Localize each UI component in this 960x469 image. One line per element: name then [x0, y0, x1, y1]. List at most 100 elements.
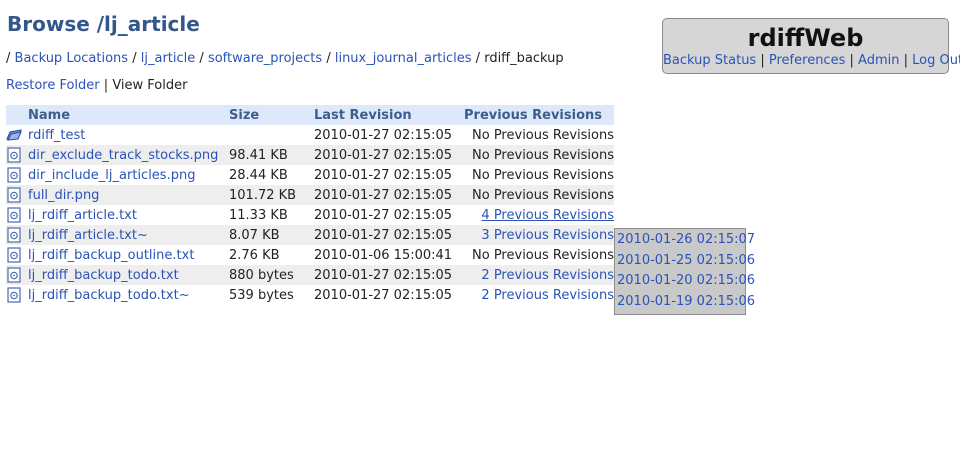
- table-row: lj_rdiff_article.txt~ 8.07 KB 2010-01-27…: [6, 225, 614, 245]
- file-size: 101.72 KB: [229, 185, 314, 205]
- file-size: 11.33 KB: [229, 207, 288, 223]
- previous-revisions-link[interactable]: 2 Previous Revisions: [481, 288, 614, 303]
- breadcrumb-backup-locations[interactable]: Backup Locations: [15, 51, 129, 66]
- table-row: dir_include_lj_articles.png 28.44 KB 201…: [6, 165, 614, 185]
- revisions-popup: 2010-01-26 02:15:07 2010-01-25 02:15:06 …: [614, 228, 755, 315]
- breadcrumb-separator: /: [199, 51, 204, 66]
- log-out-link[interactable]: Log Out: [912, 53, 960, 68]
- breadcrumb-current: rdiff_backup: [484, 51, 564, 66]
- previous-revisions-link[interactable]: 4 Previous Revisions: [481, 208, 614, 223]
- app-title: rdiffWeb: [747, 24, 864, 52]
- previous-revisions: No Previous Revisions: [464, 185, 614, 205]
- file-size: 880 bytes: [229, 265, 314, 285]
- admin-link[interactable]: Admin: [858, 53, 899, 68]
- previous-revisions: No Previous Revisions: [472, 167, 614, 183]
- file-name-link[interactable]: lj_rdiff_backup_todo.txt: [28, 268, 179, 283]
- revision-date-link[interactable]: 2010-01-19 02:15:06: [617, 294, 755, 309]
- last-revision: 2010-01-27 02:15:05: [314, 167, 453, 183]
- file-size: 8.07 KB: [229, 225, 314, 245]
- revision-date-link[interactable]: 2010-01-25 02:15:06: [617, 253, 755, 268]
- file-size: 2.76 KB: [229, 247, 280, 263]
- last-revision: 2010-01-27 02:15:05: [314, 127, 453, 143]
- file-icon: [7, 287, 21, 303]
- file-name-link[interactable]: lj_rdiff_article.txt~: [28, 228, 148, 243]
- table-row: lj_rdiff_backup_outline.txt 2.76 KB 2010…: [6, 245, 614, 265]
- breadcrumb-separator: /: [132, 51, 137, 66]
- table-row: lj_rdiff_article.txt 11.33 KB 2010-01-27…: [6, 205, 614, 225]
- file-name-link[interactable]: lj_rdiff_backup_outline.txt: [28, 248, 194, 263]
- last-revision: 2010-01-27 02:15:05: [314, 225, 464, 245]
- header-icon-cell: [6, 105, 28, 125]
- file-icon: [7, 167, 21, 183]
- table-row: lj_rdiff_backup_todo.txt 880 bytes 2010-…: [6, 265, 614, 285]
- row-icon-cell: [6, 145, 28, 165]
- breadcrumb-software-projects[interactable]: software_projects: [208, 51, 322, 66]
- revision-date-link[interactable]: 2010-01-26 02:15:07: [617, 232, 755, 247]
- file-name-link[interactable]: lj_rdiff_backup_todo.txt~: [28, 288, 190, 303]
- file-icon: [7, 227, 21, 243]
- last-revision: 2010-01-27 02:15:05: [314, 145, 464, 165]
- header-previous-revisions: Previous Revisions: [464, 105, 614, 125]
- view-folder-label: View Folder: [112, 78, 188, 93]
- restore-folder-link[interactable]: Restore Folder: [6, 78, 100, 93]
- header-last-revision: Last Revision: [314, 105, 464, 125]
- table-row: lj_rdiff_backup_todo.txt~ 539 bytes 2010…: [6, 285, 614, 305]
- file-size: 539 bytes: [229, 287, 294, 303]
- file-name-link[interactable]: dir_include_lj_articles.png: [28, 168, 195, 183]
- last-revision: 2010-01-27 02:15:05: [314, 265, 464, 285]
- folder-icon: [6, 129, 22, 141]
- last-revision: 2010-01-06 15:00:41: [314, 247, 453, 263]
- file-name-link[interactable]: lj_rdiff_article.txt: [28, 208, 137, 223]
- file-icon: [7, 267, 21, 283]
- previous-revisions-link[interactable]: 3 Previous Revisions: [481, 228, 614, 243]
- file-name-link[interactable]: full_dir.png: [28, 188, 99, 203]
- row-icon-cell: [6, 225, 28, 245]
- preferences-link[interactable]: Preferences: [769, 53, 845, 68]
- breadcrumb-linux-journal-articles[interactable]: linux_journal_articles: [335, 51, 472, 66]
- file-icon: [7, 147, 21, 163]
- page-title: Browse /lj_article: [7, 12, 200, 36]
- row-icon-cell: [6, 205, 28, 225]
- app-nav-separator: |: [849, 53, 854, 68]
- breadcrumb-separator: /: [326, 51, 331, 66]
- file-size: 28.44 KB: [229, 167, 288, 183]
- app-nav-links: Backup Status | Preferences | Admin | Lo…: [663, 52, 960, 70]
- file-name-link[interactable]: rdiff_test: [28, 128, 85, 143]
- breadcrumb-separator: /: [475, 51, 481, 66]
- last-revision: 2010-01-27 02:15:05: [314, 185, 464, 205]
- file-size: [229, 125, 314, 145]
- row-icon-cell: [6, 185, 28, 205]
- header-name: Name: [28, 105, 229, 125]
- previous-revisions: No Previous Revisions: [472, 247, 614, 263]
- last-revision: 2010-01-27 02:15:05: [314, 207, 453, 223]
- file-icon: [7, 247, 21, 263]
- file-size: 98.41 KB: [229, 145, 314, 165]
- file-name-link[interactable]: dir_exclude_track_stocks.png: [28, 148, 218, 163]
- row-icon-cell: [6, 265, 28, 285]
- file-icon: [7, 187, 21, 203]
- table-row: dir_exclude_track_stocks.png 98.41 KB 20…: [6, 145, 614, 165]
- folder-actions: Restore Folder | View Folder: [6, 78, 187, 93]
- row-icon-cell: [6, 245, 28, 265]
- previous-revisions: No Previous Revisions: [472, 127, 614, 143]
- header-size: Size: [229, 105, 314, 125]
- file-icon: [7, 207, 21, 223]
- row-icon-cell: [6, 165, 28, 185]
- table-row: rdiff_test 2010-01-27 02:15:05 No Previo…: [6, 125, 614, 145]
- previous-revisions-link[interactable]: 2 Previous Revisions: [481, 268, 614, 283]
- file-table: Name Size Last Revision Previous Revisio…: [6, 105, 614, 305]
- revision-date-link[interactable]: 2010-01-20 02:15:06: [617, 273, 755, 288]
- breadcrumb: / Backup Locations / lj_article / softwa…: [6, 51, 564, 66]
- row-icon-cell: [6, 125, 28, 145]
- previous-revisions: No Previous Revisions: [464, 145, 614, 165]
- row-icon-cell: [6, 285, 28, 305]
- app-nav-separator: |: [760, 53, 765, 68]
- backup-status-link[interactable]: Backup Status: [663, 53, 756, 68]
- folder-actions-separator: |: [103, 78, 109, 93]
- breadcrumb-separator: /: [6, 51, 11, 66]
- table-row: full_dir.png 101.72 KB 2010-01-27 02:15:…: [6, 185, 614, 205]
- app-nav-separator: |: [903, 53, 908, 68]
- app-header-box: rdiffWeb Backup Status | Preferences | A…: [662, 18, 960, 74]
- breadcrumb-lj-article[interactable]: lj_article: [141, 51, 196, 66]
- last-revision: 2010-01-27 02:15:05: [314, 287, 453, 303]
